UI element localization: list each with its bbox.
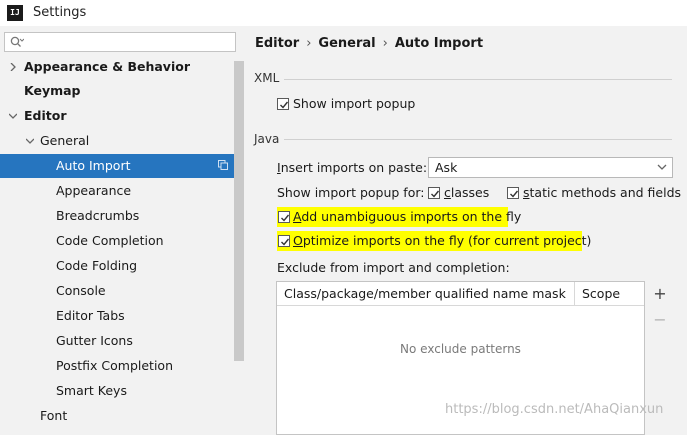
tree-item-font[interactable]: Font: [0, 404, 234, 428]
label-text: dd unambiguous imports on the fly: [301, 209, 522, 224]
empty-table-text: No exclude patterns: [400, 342, 521, 356]
exclude-label: Exclude from import and completion:: [277, 260, 510, 275]
window-title: Settings: [33, 5, 87, 20]
title-bar: IJ Settings: [0, 0, 687, 26]
show-import-popup-for-label: Show import popup for:: [277, 185, 425, 200]
checkmark-icon: [431, 190, 440, 198]
label-text: nsert imports on paste:: [280, 160, 428, 175]
checkmark-icon: [510, 190, 519, 198]
tree-item-gutter-icons[interactable]: Gutter Icons: [0, 329, 234, 353]
tree-item-smart-keys[interactable]: Smart Keys: [0, 379, 234, 403]
remove-pattern-button[interactable]: −: [652, 312, 668, 328]
tree-item-appearance[interactable]: Appearance: [0, 179, 234, 203]
settings-tree: Appearance & Behavior Keymap Editor Gene…: [0, 55, 234, 435]
popup-classes-label: classes: [444, 183, 489, 203]
tree-item-label: Auto Import: [56, 158, 131, 173]
tree-item-breadcrumbs[interactable]: Breadcrumbs: [0, 204, 234, 228]
tree-item-label: Breadcrumbs: [56, 208, 140, 223]
tree-item-code-folding[interactable]: Code Folding: [0, 254, 234, 278]
settings-sidebar: Appearance & Behavior Keymap Editor Gene…: [0, 26, 244, 435]
breadcrumb-item[interactable]: Editor: [255, 36, 299, 51]
section-divider: [284, 139, 672, 140]
tree-item-label: Console: [56, 283, 106, 298]
tree-item-label: Gutter Icons: [56, 333, 133, 348]
add-unambiguous-imports-label: Add unambiguous imports on the fly: [293, 207, 521, 227]
section-divider: [284, 79, 672, 80]
tree-item-label: Appearance: [56, 183, 132, 198]
tree-item-label: Keymap: [24, 83, 81, 98]
breadcrumb-separator: ›: [382, 36, 388, 51]
breadcrumb: Editor › General › Auto Import: [255, 36, 483, 51]
sidebar-scrollbar[interactable]: [234, 61, 244, 361]
search-icon: [10, 36, 24, 47]
popup-static-label: static methods and fields: [523, 183, 681, 203]
checkmark-icon: [281, 238, 290, 246]
intellij-logo-icon: IJ: [7, 5, 23, 21]
show-import-popup-xml-label: Show import popup: [293, 96, 416, 111]
watermark-text: https://blog.csdn.net/AhaQianxun: [445, 402, 664, 417]
tree-item-label: General: [40, 133, 90, 148]
checkmark-icon: [280, 101, 289, 109]
chevron-down-icon[interactable]: [26, 137, 34, 145]
tree-item-label: Appearance & Behavior: [24, 59, 190, 74]
popup-static-checkbox[interactable]: [507, 187, 519, 199]
project-scope-icon: [218, 160, 228, 170]
chevron-down-icon[interactable]: [9, 112, 17, 120]
tree-item-editor[interactable]: Editor: [0, 104, 234, 128]
tree-item-label: Editor Tabs: [56, 308, 125, 323]
section-header-xml: XML: [254, 71, 280, 85]
tree-item-console[interactable]: Console: [0, 279, 234, 303]
checkmark-icon: [281, 214, 290, 222]
optimize-imports-checkbox[interactable]: [278, 235, 290, 247]
column-header-scope[interactable]: Scope: [575, 282, 644, 306]
show-import-popup-xml-checkbox[interactable]: [277, 98, 289, 110]
column-header-mask[interactable]: Class/package/member qualified name mask: [277, 282, 575, 306]
tree-item-code-completion[interactable]: Code Completion: [0, 229, 234, 253]
tree-item-label: Font: [40, 408, 68, 423]
optimize-imports-row[interactable]: Optimize imports on the fly (for current…: [277, 231, 591, 251]
tree-item-general[interactable]: General: [0, 129, 234, 153]
insert-imports-on-paste-label: Insert imports on paste:: [277, 158, 427, 178]
breadcrumb-item: Auto Import: [394, 36, 484, 51]
label-text: ptimize imports on the fly (for current …: [302, 233, 592, 248]
tree-item-keymap[interactable]: Keymap: [0, 79, 234, 103]
settings-content: Editor › General › Auto Import XML Show impo…: [244, 26, 687, 435]
breadcrumb-separator: ›: [306, 36, 312, 51]
tree-item-appearance-behavior[interactable]: Appearance & Behavior: [0, 55, 234, 79]
add-pattern-button[interactable]: +: [652, 286, 668, 302]
add-unambiguous-imports-checkbox[interactable]: [278, 211, 290, 223]
settings-search-input[interactable]: [4, 32, 236, 52]
tree-item-editor-tabs[interactable]: Editor Tabs: [0, 304, 234, 328]
chevron-down-icon: [657, 164, 667, 170]
popup-classes-checkbox[interactable]: [428, 187, 440, 199]
label-text: tatic methods and fields: [529, 185, 682, 200]
tree-item-label: Editor: [24, 108, 67, 123]
breadcrumb-item[interactable]: General: [318, 36, 375, 51]
select-value: Ask: [435, 160, 458, 175]
tree-item-auto-import[interactable]: Auto Import: [0, 154, 234, 178]
mnemonic-char: O: [293, 233, 303, 248]
tree-item-label: Postfix Completion: [56, 358, 173, 373]
tree-item-label: Code Completion: [56, 233, 164, 248]
label-text: lasses: [450, 185, 490, 200]
tree-item-label: Code Folding: [56, 258, 138, 273]
section-header-java: Java: [254, 132, 280, 146]
optimize-imports-label: Optimize imports on the fly (for current…: [293, 231, 591, 251]
tree-item-postfix-completion[interactable]: Postfix Completion: [0, 354, 234, 378]
insert-imports-on-paste-select[interactable]: Ask: [428, 157, 673, 178]
chevron-right-icon[interactable]: [9, 63, 17, 71]
tree-item-label: Smart Keys: [56, 383, 127, 398]
add-unambiguous-imports-row[interactable]: Add unambiguous imports on the fly: [277, 207, 521, 227]
mnemonic-char: c: [444, 185, 451, 200]
